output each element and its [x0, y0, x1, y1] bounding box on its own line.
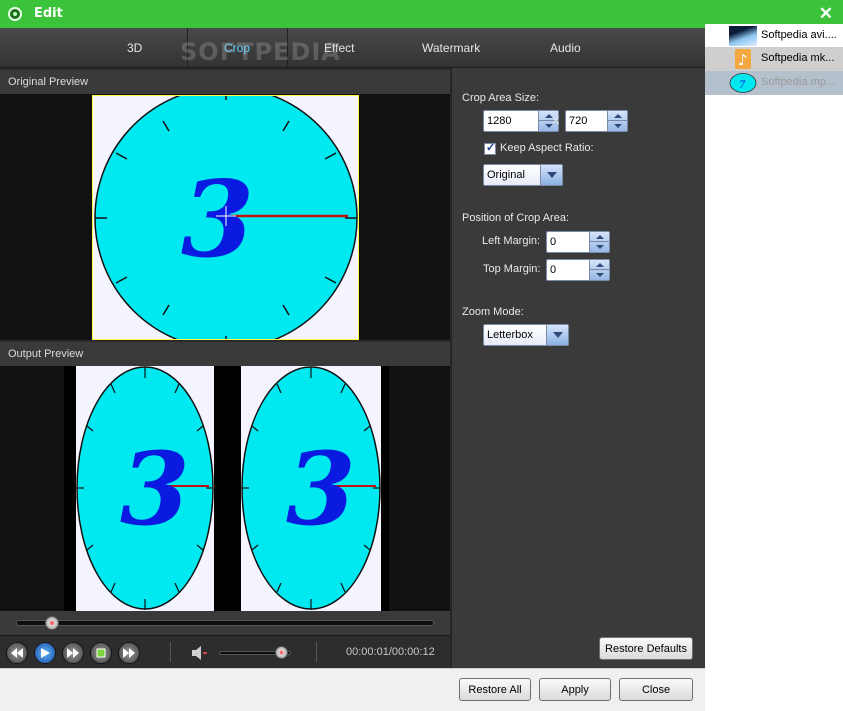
video-thumb-icon	[729, 26, 757, 46]
seek-bar[interactable]	[16, 616, 434, 630]
original-frame: 3	[92, 95, 359, 340]
output-right-digit: 3	[286, 430, 356, 548]
tab-3d[interactable]: 3D	[127, 41, 142, 55]
output-frame-left: 3	[76, 366, 214, 611]
playback-controls: 00:00:01/00:00:12	[0, 635, 450, 668]
file-name: Softpedia mk...	[761, 52, 835, 64]
clock-thumb-icon: 7	[729, 73, 757, 93]
size-separator: X	[552, 115, 560, 127]
crop-height-spinner[interactable]: 720	[565, 110, 628, 132]
crop-height-value: 720	[569, 115, 588, 127]
tab-audio[interactable]: Audio	[550, 41, 581, 55]
stop-icon	[96, 648, 106, 658]
restore-defaults-button[interactable]: Restore Defaults	[599, 637, 693, 660]
file-list: Softpedia avi.... ♪ Softpedia mk... 7 So…	[705, 24, 843, 711]
svg-text:7: 7	[739, 80, 746, 91]
file-item[interactable]: 7 Softpedia mp...	[705, 71, 843, 95]
fast-forward-button[interactable]	[62, 642, 84, 664]
crop-width-spinner[interactable]: 1280	[483, 110, 559, 132]
tab-watermark[interactable]: Watermark	[422, 41, 480, 55]
letterbox-bar	[214, 366, 241, 611]
spinner-arrows-icon[interactable]	[589, 232, 609, 252]
output-frame-right: 3	[241, 366, 381, 611]
fast-forward-icon	[67, 648, 79, 658]
crop-settings-panel: Crop Area Size: 1280 X 720 Keep Aspect R…	[451, 68, 705, 668]
close-icon[interactable]: ✕	[819, 4, 833, 24]
music-note-icon: ♪	[729, 49, 757, 69]
output-left-digit: 3	[120, 430, 190, 548]
next-frame-button[interactable]	[118, 642, 140, 664]
clock-image-right: 3	[241, 366, 381, 610]
letterbox-bar	[381, 366, 389, 611]
volume-icon[interactable]	[192, 646, 208, 660]
tab-divider	[287, 28, 288, 68]
output-preview: 3 3	[0, 366, 450, 611]
output-preview-label: Output Preview	[0, 342, 450, 366]
top-margin-label: Top Margin:	[483, 263, 541, 275]
crop-position-label: Position of Crop Area:	[462, 212, 570, 224]
play-icon	[41, 648, 50, 658]
keep-aspect-checkbox[interactable]	[484, 141, 496, 155]
tab-divider	[187, 28, 188, 68]
dialog-footer: Restore All Apply Close	[0, 668, 705, 711]
chevron-down-icon[interactable]	[546, 325, 568, 345]
chevron-down-icon[interactable]	[540, 165, 562, 185]
volume-slider[interactable]	[219, 646, 291, 659]
file-item[interactable]: Softpedia avi....	[705, 24, 843, 48]
rewind-icon	[11, 648, 23, 658]
spinner-arrows-icon[interactable]	[607, 111, 627, 131]
seek-area	[0, 611, 450, 635]
left-margin-spinner[interactable]: 0	[546, 231, 610, 253]
editor-panel: 3D Crop Effect Watermark Audio SOFTPEDIA…	[0, 28, 705, 668]
spinner-arrows-icon[interactable]	[589, 260, 609, 280]
timecode: 00:00:01/00:00:12	[346, 646, 435, 658]
tab-crop[interactable]: Crop	[224, 41, 250, 55]
clock-image-left: 3	[76, 366, 214, 610]
zoom-mode-label: Zoom Mode:	[462, 306, 524, 318]
file-name: Softpedia avi....	[761, 29, 837, 41]
letterbox-bar	[64, 366, 76, 611]
crop-area-size-label: Crop Area Size:	[462, 92, 540, 104]
play-button[interactable]	[34, 642, 56, 664]
zoom-mode-select[interactable]: Letterbox	[483, 324, 569, 346]
tab-bar: 3D Crop Effect Watermark Audio SOFTPEDIA	[0, 28, 705, 68]
restore-all-button[interactable]: Restore All	[459, 678, 531, 701]
left-margin-label: Left Margin:	[482, 235, 541, 247]
apply-button[interactable]: Apply	[539, 678, 611, 701]
left-margin-value: 0	[550, 236, 557, 248]
app-logo-icon	[8, 7, 22, 21]
aspect-ratio-value: Original	[487, 169, 525, 181]
clock-digit: 3	[181, 157, 254, 281]
softpedia-watermark: SOFTPEDIA	[180, 38, 341, 66]
aspect-ratio-select[interactable]: Original	[483, 164, 563, 186]
close-button[interactable]: Close	[619, 678, 693, 701]
volume-thumb[interactable]	[275, 646, 289, 659]
clock-image: 3	[94, 96, 358, 339]
top-margin-value: 0	[550, 264, 557, 276]
tab-effect[interactable]: Effect	[324, 41, 354, 55]
original-preview: 3	[0, 94, 450, 340]
crop-width-value: 1280	[487, 115, 512, 127]
keep-aspect-label: Keep Aspect Ratio:	[500, 142, 594, 154]
original-preview-label: Original Preview	[0, 70, 450, 94]
top-margin-spinner[interactable]: 0	[546, 259, 610, 281]
stop-button[interactable]	[90, 642, 112, 664]
file-item[interactable]: ♪ Softpedia mk...	[705, 47, 843, 71]
rewind-button[interactable]	[6, 642, 28, 664]
seek-thumb[interactable]	[45, 616, 60, 630]
file-name: Softpedia mp...	[761, 76, 835, 88]
next-frame-icon	[123, 648, 135, 658]
window-title: Edit	[34, 6, 63, 21]
edit-window: Edit ✕ 3D Crop Effect Watermark Audio SO…	[0, 0, 843, 711]
controls-divider	[170, 642, 171, 662]
controls-divider	[316, 642, 317, 662]
zoom-mode-value: Letterbox	[487, 329, 533, 341]
svg-text:♪: ♪	[738, 51, 748, 69]
